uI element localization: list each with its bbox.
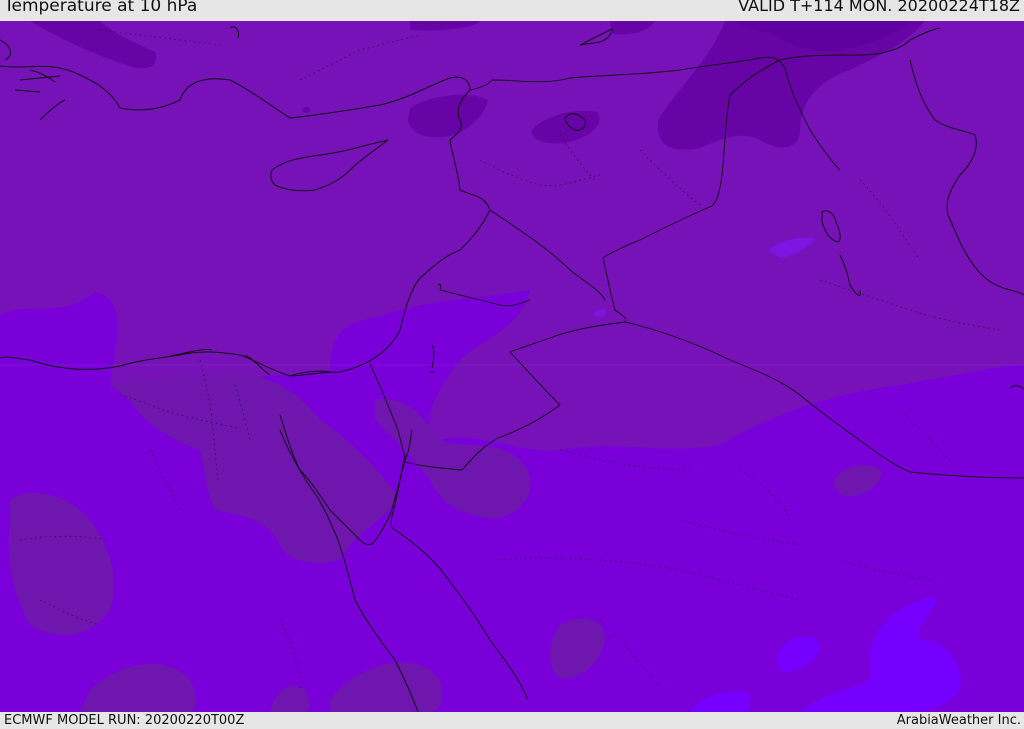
- valid-time: VALID T+114 MON. 20200224T18Z: [738, 0, 1020, 15]
- footer-bar: ECMWF MODEL RUN: 20200220T00Z ArabiaWeat…: [0, 712, 1024, 729]
- model-run: ECMWF MODEL RUN: 20200220T00Z: [4, 713, 245, 728]
- temperature-map: [0, 21, 1024, 712]
- credit-label: ArabiaWeather Inc.: [896, 713, 1021, 728]
- map-page: Temperature at 10 hPa VALID T+114 MON. 2…: [0, 0, 1024, 729]
- map-title: Temperature at 10 hPa: [4, 0, 198, 16]
- header-bar: Temperature at 10 hPa VALID T+114 MON. 2…: [0, 0, 1024, 21]
